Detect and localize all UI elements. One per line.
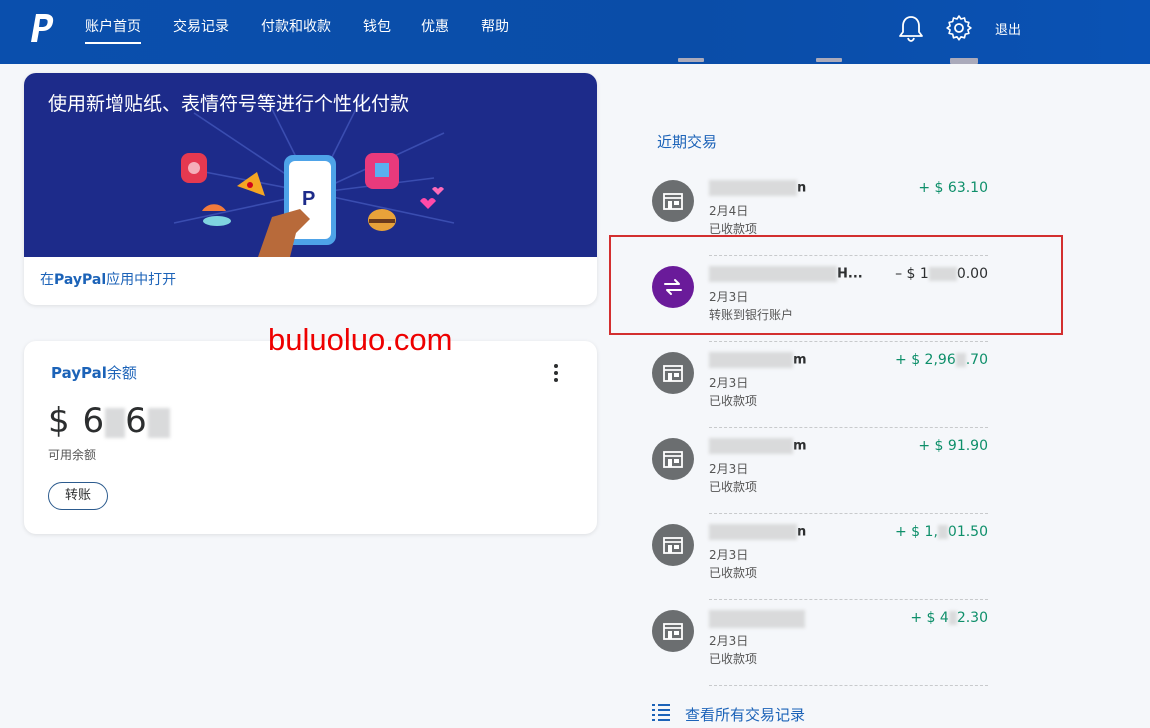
balance-title: PayPal余额: [51, 364, 137, 382]
tab-help[interactable]: 帮助: [481, 16, 509, 36]
view-all-transactions-link[interactable]: 查看所有交易记录: [685, 704, 805, 725]
bell-icon[interactable]: [898, 14, 924, 42]
logout-link[interactable]: 退出: [995, 19, 1021, 38]
available-balance-label: 可用余额: [48, 448, 97, 462]
transaction-row[interactable]: m 2月3日 已收款项 + $ 2,96.70: [652, 342, 988, 428]
row-divider: [709, 685, 988, 686]
transfer-button[interactable]: 转账: [48, 482, 108, 510]
redacted-name: [709, 438, 793, 454]
balance-card: PayPal余额 $ 66 可用余额 转账: [24, 341, 597, 534]
transaction-date: 2月3日: [709, 634, 749, 648]
redacted-digits: [105, 407, 126, 438]
balance-amount: $ 66: [48, 401, 170, 441]
transaction-name: m: [709, 438, 807, 454]
redacted-digits: [937, 525, 948, 539]
transaction-amount: + $ 4 2.30: [910, 610, 988, 626]
transaction-amount: + $ 91.90: [918, 438, 988, 454]
transaction-status: 已收款项: [709, 652, 758, 666]
svg-text:P: P: [302, 188, 315, 210]
shop-icon: [652, 524, 694, 566]
tab-send-receive[interactable]: 付款和收款: [261, 16, 331, 36]
shop-icon: [652, 180, 694, 222]
promo-title: 使用新增贴纸、表情符号等进行个性化付款: [48, 93, 410, 115]
transaction-status: 已收款项: [709, 566, 758, 580]
promo-banner: P 使用新增贴纸、表情符号等进行个性化付款: [24, 73, 597, 257]
transaction-date: 2月4日: [709, 204, 749, 218]
transaction-status: 已收款项: [709, 480, 758, 494]
shop-icon: [652, 438, 694, 480]
highlight-box: [609, 235, 1063, 335]
promo-card: P 使用新增贴纸、表情符号等进行个性化付款 在PayPal应用中打开: [24, 73, 597, 305]
transaction-status: 已收款项: [709, 394, 758, 408]
redacted-digits: [147, 407, 170, 438]
more-options-icon[interactable]: [552, 363, 560, 383]
redacted-digits: [955, 353, 966, 367]
transaction-row[interactable]: m 2月3日 已收款项 + $ 91.90: [652, 428, 988, 514]
shop-icon: [652, 610, 694, 652]
gear-icon[interactable]: [945, 14, 973, 42]
redacted-name: [709, 524, 797, 540]
transaction-name: n: [709, 524, 806, 540]
transaction-amount: + $ 63.10: [918, 180, 988, 196]
paypal-logo-icon[interactable]: [30, 12, 56, 44]
transaction-name: [709, 610, 805, 628]
tab-account-home[interactable]: 账户首页: [85, 16, 141, 44]
transaction-amount: + $ 2,96.70: [895, 352, 988, 368]
redacted-name: [709, 352, 793, 368]
transaction-name: m: [709, 352, 807, 368]
tab-offers[interactable]: 优惠: [421, 16, 449, 36]
redacted-digits: [948, 611, 957, 625]
tab-transactions[interactable]: 交易记录: [173, 16, 229, 36]
transaction-name: n: [709, 180, 806, 196]
transaction-row[interactable]: 2月3日 已收款项 + $ 4 2.30: [652, 600, 988, 686]
tab-wallet[interactable]: 钱包: [363, 16, 391, 36]
transaction-date: 2月3日: [709, 462, 749, 476]
watermark: buluoluo.com: [268, 322, 453, 357]
transaction-row[interactable]: n 2月3日 已收款项 + $ 1, 01.50: [652, 514, 988, 600]
scrolled-off-row: [650, 55, 1010, 67]
transaction-date: 2月3日: [709, 548, 749, 562]
list-icon[interactable]: [652, 703, 672, 721]
transaction-amount: + $ 1, 01.50: [895, 524, 988, 540]
shop-icon: [652, 352, 694, 394]
redacted-name: [709, 610, 805, 628]
transaction-date: 2月3日: [709, 376, 749, 390]
redacted-name: [709, 180, 797, 196]
recent-transactions-title: 近期交易: [657, 133, 718, 151]
open-in-app-link[interactable]: 在PayPal应用中打开: [40, 269, 176, 289]
